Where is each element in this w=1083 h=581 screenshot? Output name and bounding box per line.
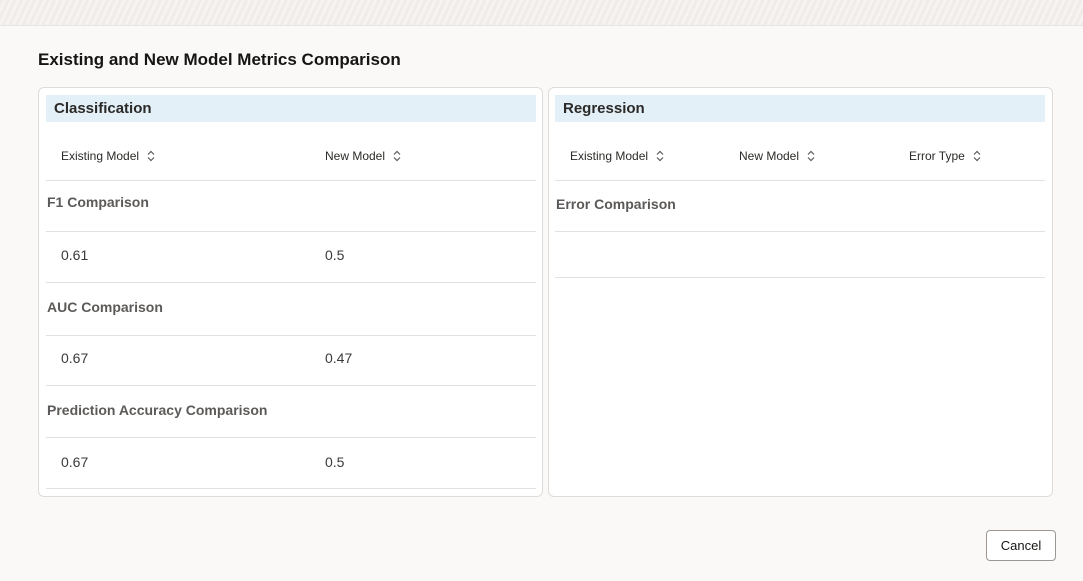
sort-icon[interactable] [147,150,155,162]
group-label-f1: F1 Comparison [47,194,149,210]
divider [46,488,536,489]
column-header-label: Existing Model [570,149,649,163]
column-header-new-model[interactable]: New Model [325,149,401,163]
classification-panel: Classification Existing Model New Model … [38,87,543,497]
cell-new-prediction-accuracy: 0.5 [325,454,345,470]
cell-existing-f1: 0.61 [61,247,89,263]
cancel-button[interactable]: Cancel [986,530,1056,561]
sort-icon[interactable] [807,150,815,162]
column-header-label: Existing Model [61,149,140,163]
group-label-error: Error Comparison [556,196,676,212]
divider [46,231,536,232]
group-label-prediction-accuracy: Prediction Accuracy Comparison [47,402,268,418]
sort-icon[interactable] [656,150,664,162]
divider [46,437,536,438]
column-header-existing-model[interactable]: Existing Model [61,149,155,163]
divider [555,180,1045,181]
cell-existing-prediction-accuracy: 0.67 [61,454,89,470]
regression-panel: Regression Existing Model New Model Erro… [548,87,1053,497]
column-header-error-type[interactable]: Error Type [909,149,981,163]
divider [555,277,1045,278]
background-strip [0,0,1083,26]
cell-existing-auc: 0.67 [61,350,89,366]
cell-new-auc: 0.47 [325,350,353,366]
group-label-auc: AUC Comparison [47,299,163,315]
cell-new-f1: 0.5 [325,247,345,263]
column-header-label: New Model [739,149,800,163]
divider [555,231,1045,232]
divider [46,180,536,181]
divider [46,335,536,336]
dialog-title: Existing and New Model Metrics Compariso… [38,50,401,69]
column-header-label: New Model [325,149,386,163]
column-header-new-model[interactable]: New Model [739,149,815,163]
regression-header: Regression [555,95,1045,122]
column-header-label: Error Type [909,149,965,163]
column-header-existing-model[interactable]: Existing Model [570,149,664,163]
classification-header: Classification [46,95,536,122]
sort-icon[interactable] [973,150,981,162]
divider [46,282,536,283]
sort-icon[interactable] [393,150,401,162]
divider [46,385,536,386]
